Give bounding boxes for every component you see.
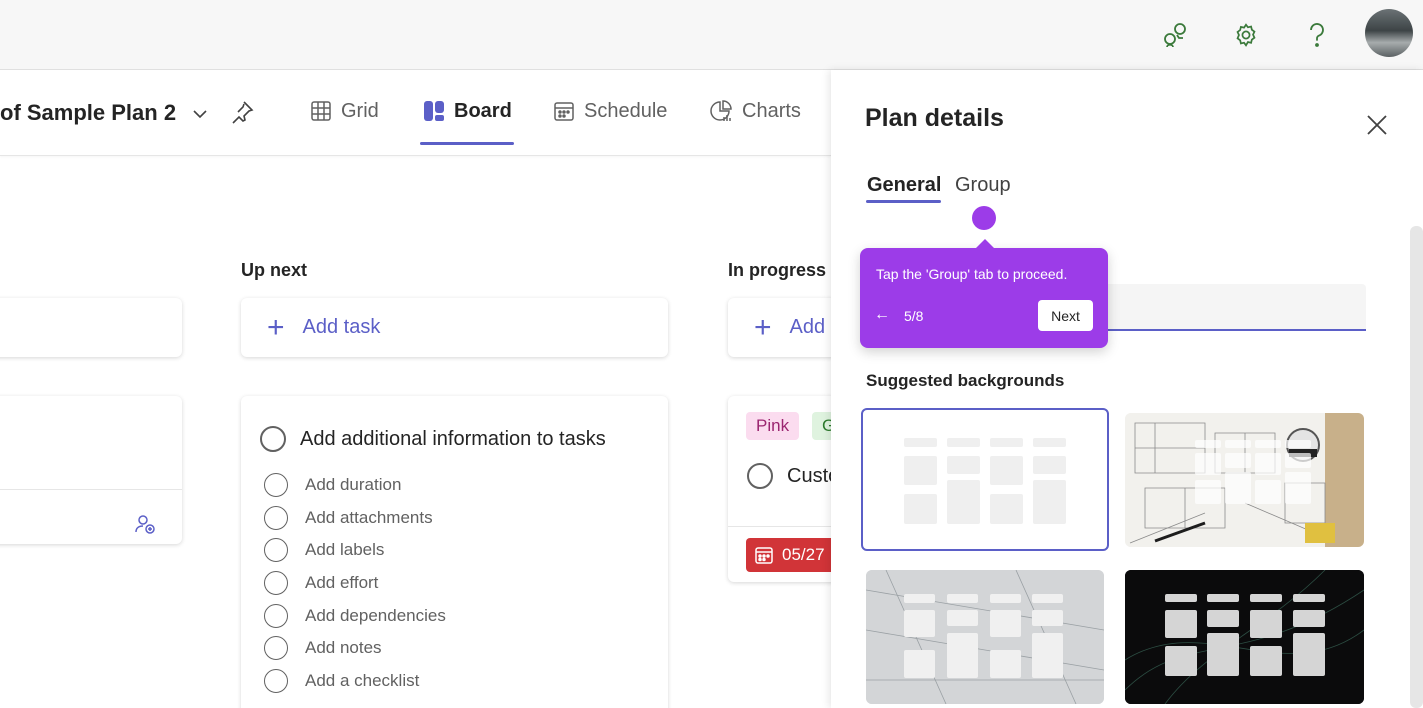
- gear-icon[interactable]: [1227, 16, 1265, 54]
- column-title-in-progress: In progress: [728, 260, 827, 280]
- subtask-checkbox[interactable]: [264, 604, 288, 628]
- subtask-label: Add effort: [305, 573, 379, 592]
- background-option-blank[interactable]: [861, 408, 1109, 551]
- avatar[interactable]: [1365, 9, 1413, 57]
- subtask-item[interactable]: Add attachments: [264, 506, 433, 530]
- chevron-down-icon[interactable]: [188, 102, 212, 126]
- subtask-label: Add dependencies: [305, 606, 446, 625]
- panel-scrollbar[interactable]: [1410, 226, 1423, 708]
- background-option-dark[interactable]: [1125, 570, 1364, 704]
- subtask-item[interactable]: Add labels: [264, 538, 384, 562]
- dark-photo: [1125, 570, 1364, 704]
- assign-icon[interactable]: [134, 513, 156, 535]
- coachmark-step: 5/8: [904, 308, 924, 324]
- subtask-label: Add attachments: [305, 508, 433, 527]
- complete-task-checkbox[interactable]: [260, 426, 286, 452]
- tab-charts-label: Charts: [742, 99, 801, 122]
- grid-icon: [311, 101, 331, 121]
- tab-charts[interactable]: Charts: [709, 96, 801, 126]
- tab-schedule-label: Schedule: [584, 99, 668, 122]
- subtask-checkbox[interactable]: [264, 473, 288, 497]
- close-icon[interactable]: [1362, 110, 1392, 140]
- tab-grid[interactable]: Grid: [310, 96, 379, 126]
- column-title-up-next: Up next: [241, 260, 308, 280]
- charts-icon: [710, 100, 732, 121]
- subtask-item[interactable]: Add notes: [264, 636, 382, 660]
- panel-tab-indicator: [866, 200, 941, 203]
- card-divider: [0, 489, 182, 490]
- subtask-checkbox[interactable]: [264, 538, 288, 562]
- coachmark-tooltip: Tap the 'Group' tab to proceed. ← 5/8 Ne…: [860, 239, 1108, 348]
- subtask-label: Add a checklist: [305, 671, 420, 690]
- board-icon: [424, 101, 444, 121]
- suggested-backgrounds-title: Suggested backgrounds: [866, 371, 1065, 390]
- task-title-row[interactable]: Add additional information to tasks: [260, 426, 606, 452]
- task-title-row[interactable]: Custo: [747, 463, 839, 489]
- help-icon[interactable]: [1298, 16, 1336, 54]
- subtask-checkbox[interactable]: [264, 506, 288, 530]
- active-tab-indicator: [420, 142, 514, 145]
- blueprint-photo: [1125, 413, 1364, 547]
- add-task-card-partial[interactable]: [0, 298, 182, 357]
- back-arrow-icon[interactable]: ←: [874, 306, 890, 324]
- board-preview-graphic: [904, 438, 1066, 524]
- due-date: 05/27: [782, 545, 825, 564]
- tab-general[interactable]: General: [867, 174, 941, 197]
- tab-board-label: Board: [454, 99, 512, 122]
- plan-title[interactable]: of Sample Plan 2: [0, 100, 176, 126]
- add-task-button[interactable]: + Add task: [241, 298, 668, 357]
- plus-icon: +: [267, 310, 285, 344]
- subtask-label: Add labels: [305, 540, 385, 559]
- subtask-item[interactable]: Add dependencies: [264, 604, 446, 628]
- plus-icon: +: [754, 310, 772, 344]
- tab-group[interactable]: Group: [955, 174, 1011, 197]
- complete-task-checkbox[interactable]: [747, 463, 773, 489]
- feedback-icon[interactable]: [1156, 16, 1194, 54]
- background-option-sketch[interactable]: [866, 570, 1104, 704]
- coachmark-text: Tap the 'Group' tab to proceed.: [876, 266, 1068, 282]
- top-bar: [0, 0, 1423, 70]
- task-card-up-next[interactable]: Add additional information to tasks Add …: [241, 396, 668, 708]
- add-task-label: Add: [789, 316, 826, 338]
- coachmark-hotspot[interactable]: [972, 206, 996, 230]
- pin-icon[interactable]: [228, 98, 256, 126]
- label-pink: Pink: [746, 412, 800, 440]
- subtask-item[interactable]: Add a checklist: [264, 669, 419, 693]
- subtask-checkbox[interactable]: [264, 669, 288, 693]
- tab-grid-label: Grid: [341, 99, 379, 122]
- add-task-label: Add task: [302, 316, 381, 338]
- calendar-icon: [755, 547, 773, 564]
- tab-board[interactable]: Board: [423, 96, 512, 126]
- coachmark-next-button[interactable]: Next: [1038, 300, 1093, 331]
- task-card-partial[interactable]: [0, 396, 182, 544]
- subtask-label: Add notes: [305, 638, 382, 657]
- subtask-item[interactable]: Add duration: [264, 473, 401, 497]
- subtask-checkbox[interactable]: [264, 636, 288, 660]
- sketch-photo: [866, 570, 1104, 704]
- panel-title: Plan details: [865, 104, 1004, 132]
- background-option-blueprint[interactable]: [1125, 413, 1364, 547]
- task-title: Add additional information to tasks: [300, 427, 606, 450]
- schedule-icon: [554, 102, 574, 121]
- subtask-checkbox[interactable]: [264, 571, 288, 595]
- tab-schedule[interactable]: Schedule: [553, 96, 667, 126]
- subtask-item[interactable]: Add effort: [264, 571, 378, 595]
- subtask-label: Add duration: [305, 475, 402, 494]
